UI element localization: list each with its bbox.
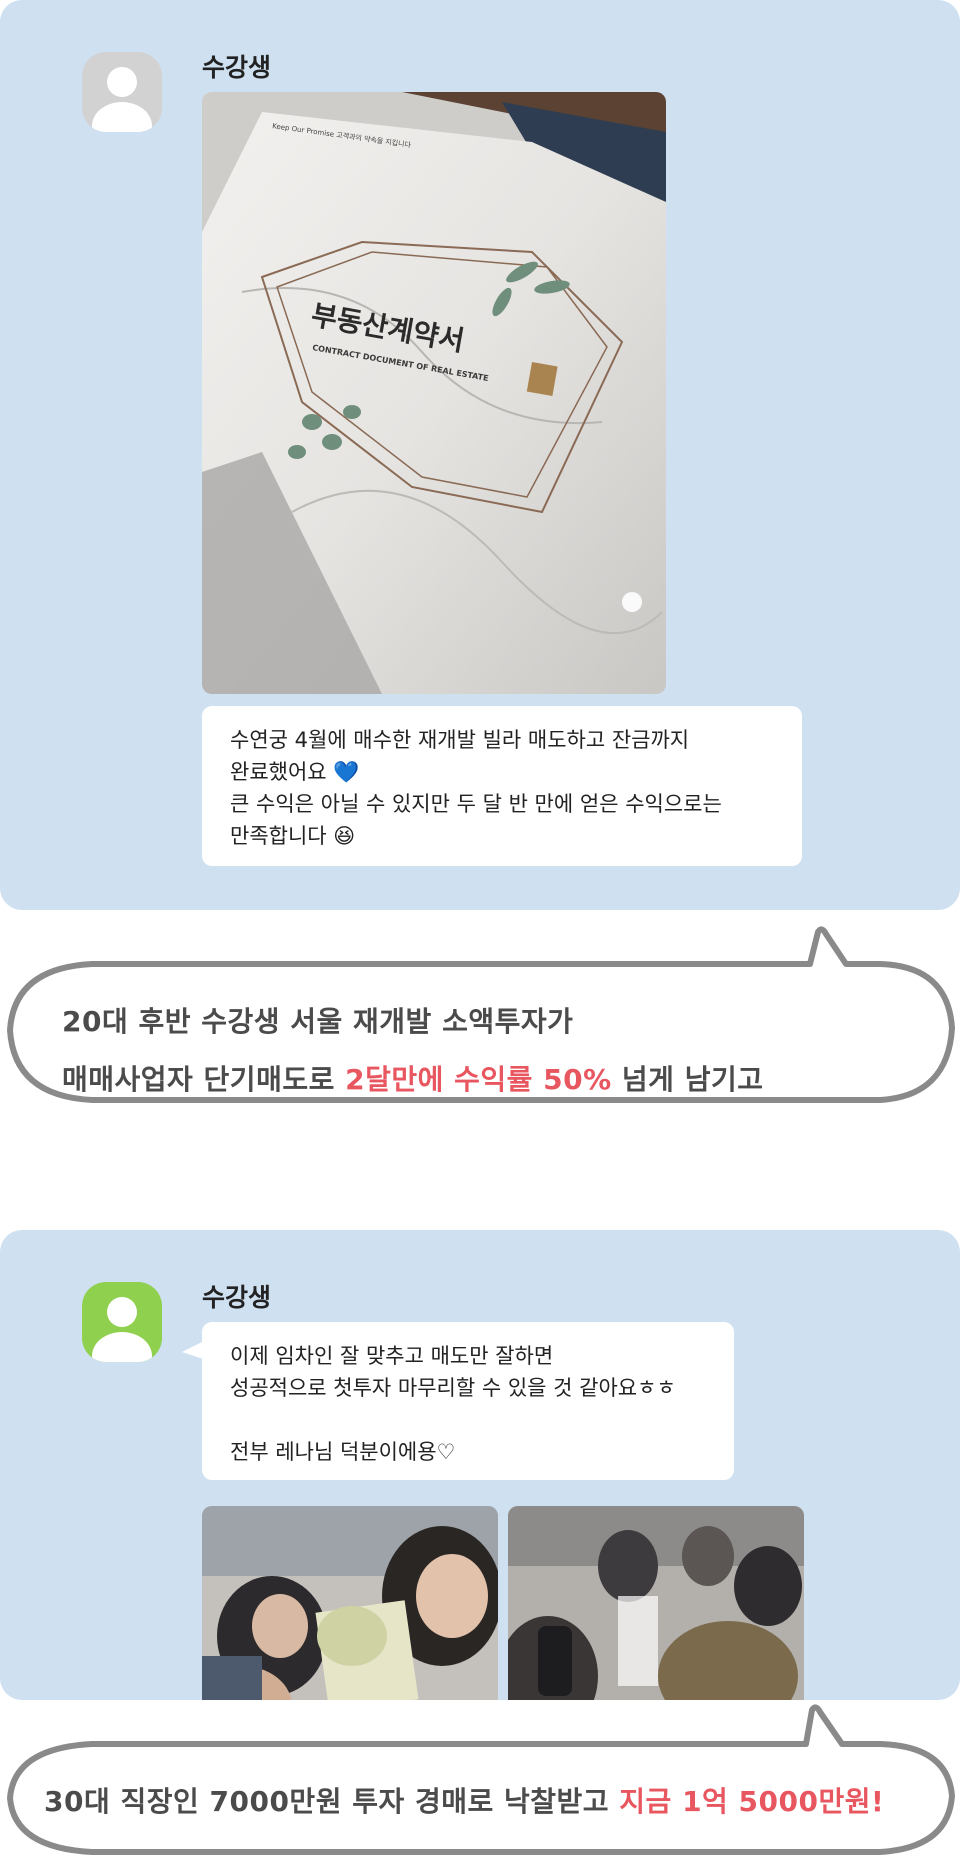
message-bubble: 수연궁 4월에 매수한 재개발 빌라 매도하고 잔금까지 완료했어요 💙 큰 수… bbox=[202, 706, 802, 866]
message-bubble: 이제 임차인 잘 맞추고 매도만 잘하면 성공적으로 첫투자 마무리할 수 있을… bbox=[202, 1322, 734, 1480]
message-line: 완료했어요 💙 bbox=[230, 760, 360, 784]
chat-panel-2: 수강생 이제 임차인 잘 맞추고 매도만 잘하면 성공적으로 첫투자 마무리할 … bbox=[0, 1230, 960, 1700]
callout-line: 30대 직장인 7000만원 투자 경매로 낙찰받고 지금 1억 5000만원! bbox=[44, 1780, 884, 1820]
photo-thumbnail-1[interactable] bbox=[202, 1506, 498, 1700]
sender-name: 수강생 bbox=[202, 1283, 272, 1312]
callout-plain: 30대 직장인 7000만원 투자 경매로 낙찰받고 bbox=[44, 1785, 620, 1818]
message-line bbox=[230, 1404, 706, 1436]
user-icon bbox=[92, 1297, 152, 1362]
chat-panel-1: 수강생 부동산계약서 CONTRACT DOCUMENT OF REAL EST… bbox=[0, 0, 960, 910]
photo-thumbnail-2[interactable] bbox=[508, 1506, 804, 1700]
message-line: 전부 레나님 덕분이에용♡ bbox=[230, 1440, 456, 1464]
callout-highlight: 2달만에 수익률 50% bbox=[345, 1063, 612, 1096]
message-line: 성공적으로 첫투자 마무리할 수 있을 것 같아요ㅎㅎ bbox=[230, 1376, 676, 1400]
contract-photo[interactable]: 부동산계약서 CONTRACT DOCUMENT OF REAL ESTATE … bbox=[202, 92, 666, 694]
callout-bubble-1: 20대 후반 수강생 서울 재개발 소액투자가 매매사업자 단기매도로 2달만에… bbox=[0, 920, 960, 1140]
avatar-gray[interactable] bbox=[82, 52, 162, 132]
callout-highlight: 지금 1억 5000만원! bbox=[619, 1785, 885, 1818]
message-line: 이제 임차인 잘 맞추고 매도만 잘하면 bbox=[230, 1344, 554, 1368]
avatar-green[interactable] bbox=[82, 1282, 162, 1362]
message-line: 만족합니다 😆 bbox=[230, 824, 356, 848]
callout-line-1: 20대 후반 수강생 서울 재개발 소액투자가 bbox=[62, 1005, 574, 1038]
callout-line-2-plain: 매매사업자 단기매도로 bbox=[62, 1063, 346, 1096]
message-line: 큰 수익은 아닐 수 있지만 두 달 반 만에 얻은 수익으로는 bbox=[230, 792, 722, 816]
callout-line-2-end: 넘게 남기고 bbox=[611, 1063, 764, 1096]
callout-line-2: 매매사업자 단기매도로 2달만에 수익률 50% 넘게 남기고 bbox=[62, 1058, 763, 1098]
callout-bubble-2: 30대 직장인 7000만원 투자 경매로 낙찰받고 지금 1억 5000만원! bbox=[0, 1700, 960, 1860]
message-line: 수연궁 4월에 매수한 재개발 빌라 매도하고 잔금까지 bbox=[230, 728, 690, 752]
user-icon bbox=[92, 67, 152, 132]
sender-name: 수강생 bbox=[202, 53, 272, 82]
